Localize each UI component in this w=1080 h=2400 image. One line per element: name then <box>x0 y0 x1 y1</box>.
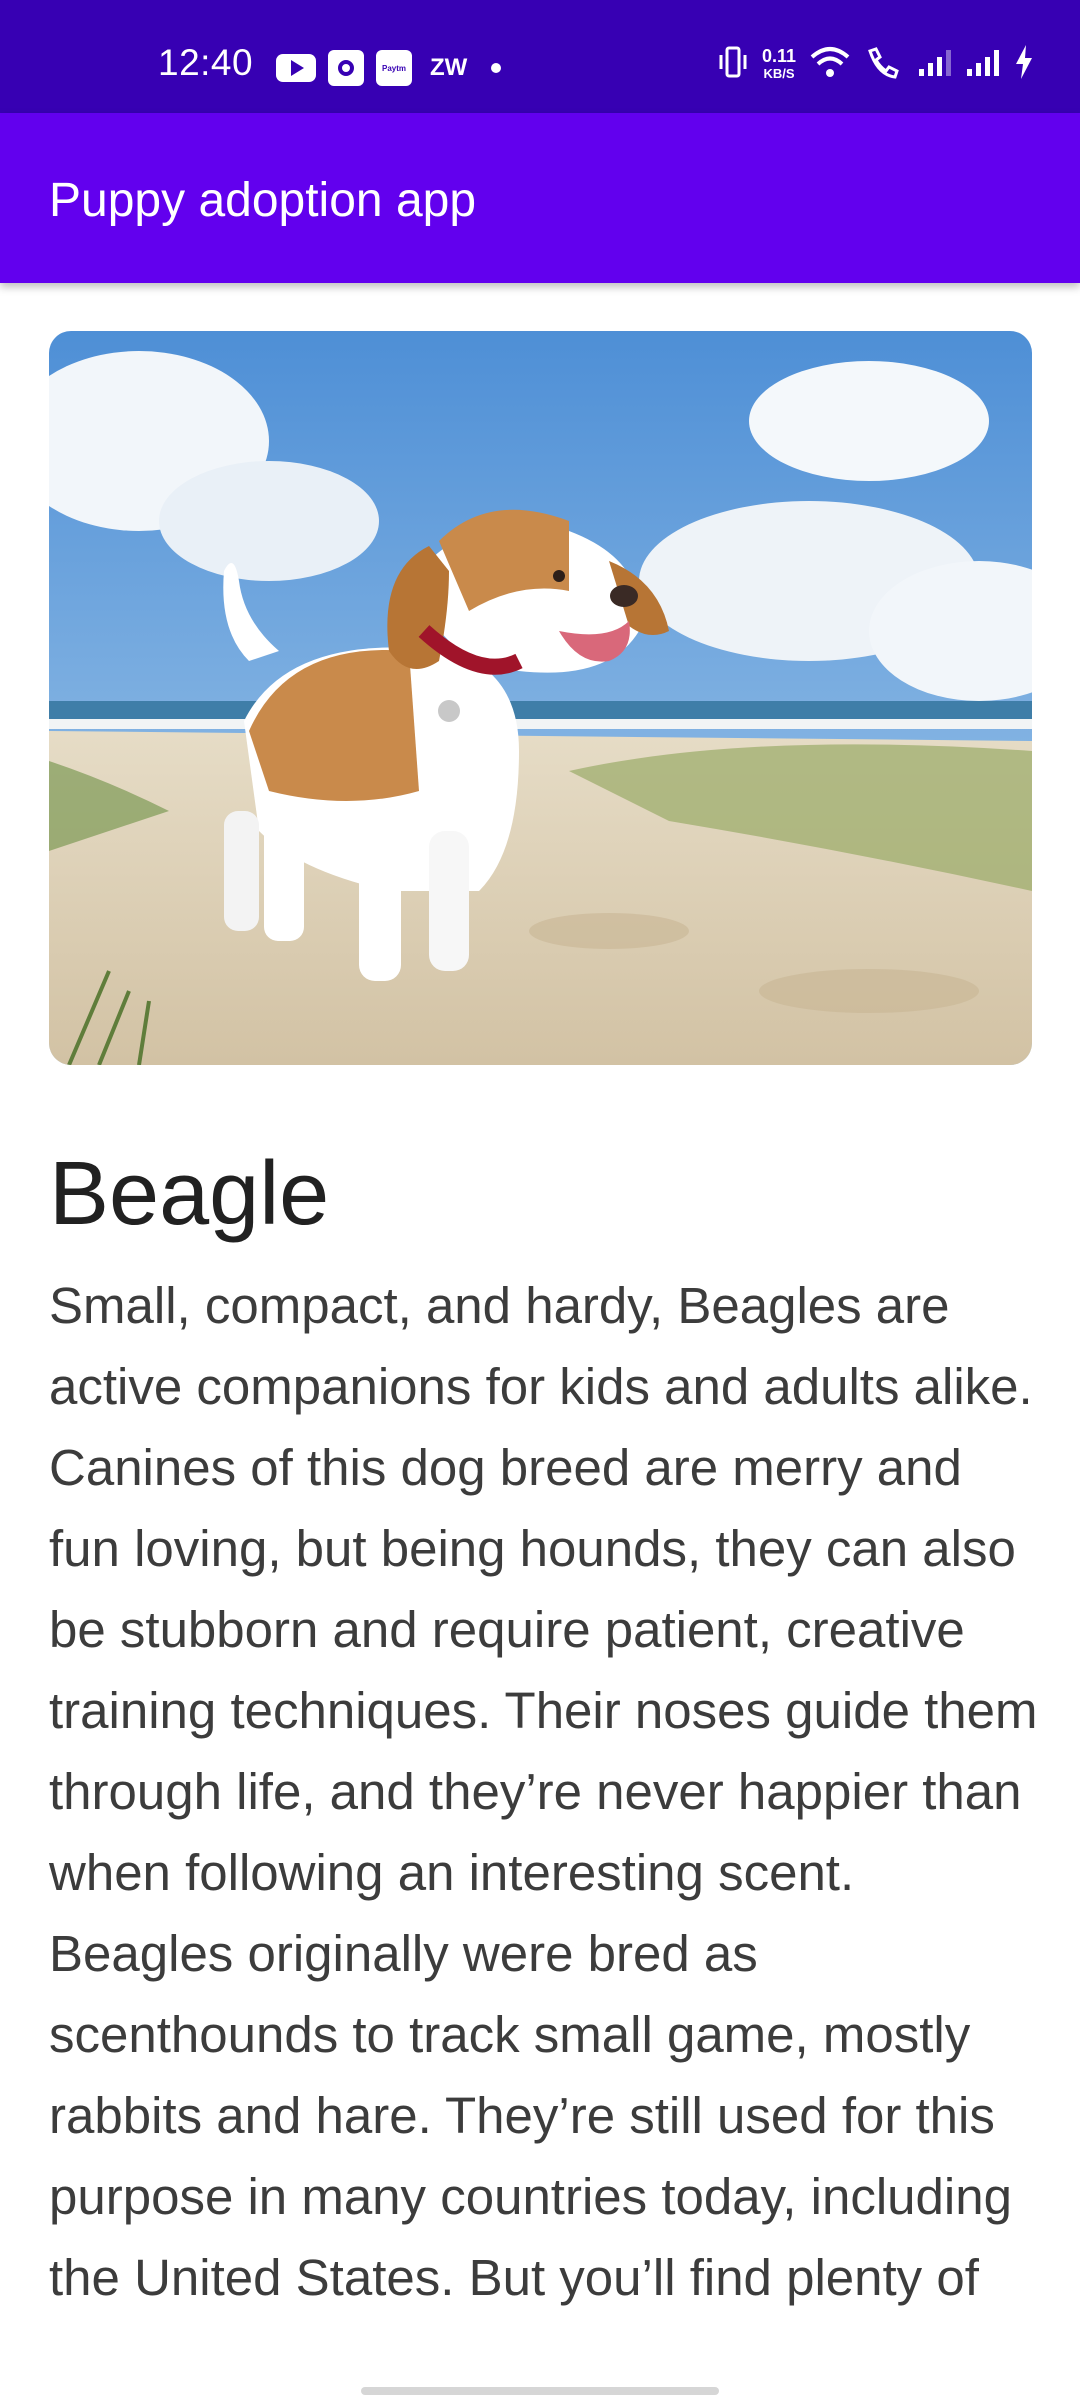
app-title: Puppy adoption app <box>49 174 477 227</box>
status-bar: 12:40 Paytm ZW 0.11 KB/S <box>0 0 1080 113</box>
messaging-app-icon <box>328 50 364 86</box>
breed-description: Small, compact, and hardy, Beagles are a… <box>49 1277 1038 2306</box>
notification-icons: Paytm ZW <box>276 50 502 86</box>
wifi-icon <box>810 45 850 84</box>
signal-2-icon <box>966 47 1000 82</box>
charging-icon <box>1014 44 1034 85</box>
paytm-icon: Paytm <box>376 50 412 86</box>
youtube-icon <box>276 54 316 82</box>
net-speed-unit: KB/S <box>763 65 795 81</box>
vibrate-icon <box>718 45 748 84</box>
app-bar: Puppy adoption app <box>0 113 1080 283</box>
net-speed-value: 0.11 <box>761 45 796 66</box>
gesture-nav-handle[interactable] <box>361 2387 719 2395</box>
status-time: 12:40 <box>158 42 254 83</box>
breed-name: Beagle <box>49 1144 330 1244</box>
net-speed: 0.11 KB/S <box>762 47 796 83</box>
system-icons: 0.11 KB/S <box>718 44 1034 85</box>
dot-icon <box>491 63 502 73</box>
beagle-photo <box>49 331 1032 1065</box>
signal-1-icon <box>918 47 952 82</box>
puppy-detail-content[interactable]: Beagle Small, compact, and hardy, Beagle… <box>0 283 1080 2353</box>
zw-icon: ZW <box>430 54 468 81</box>
wifi-calling-icon <box>864 45 904 84</box>
